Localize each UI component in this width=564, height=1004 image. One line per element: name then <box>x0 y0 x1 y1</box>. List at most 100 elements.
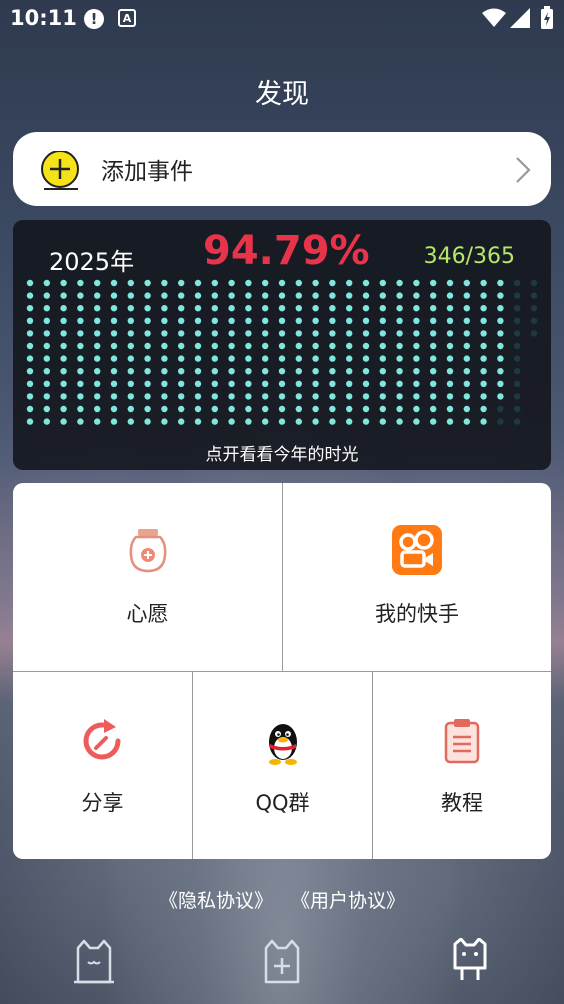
day-dot <box>446 292 454 299</box>
day-dot <box>211 317 218 324</box>
day-dot <box>329 368 336 375</box>
day-dot <box>346 342 353 350</box>
tutorial-button[interactable]: 教程 <box>373 672 551 859</box>
day-dot <box>262 405 269 413</box>
day-dot <box>463 380 470 387</box>
day-dot <box>161 317 168 324</box>
day-dot <box>77 305 84 312</box>
share-button[interactable]: 分享 <box>13 672 192 859</box>
day-dot <box>446 418 454 425</box>
day-dot <box>194 317 202 324</box>
grid-divider <box>282 483 283 671</box>
day-dot <box>161 405 168 413</box>
day-dot <box>60 330 67 337</box>
day-dot <box>413 317 420 324</box>
day-dot <box>463 330 470 337</box>
day-dot <box>60 405 67 413</box>
day-dot <box>396 330 403 337</box>
day-dot <box>362 393 370 400</box>
day-dot <box>77 292 84 299</box>
qq-penguin-icon <box>268 724 297 765</box>
day-dot <box>497 279 504 287</box>
day-dot <box>60 368 67 375</box>
cat-face-icon <box>453 937 487 980</box>
day-dot <box>127 330 134 337</box>
day-dot <box>312 368 319 375</box>
day-dot <box>127 317 134 324</box>
tab-home[interactable] <box>72 938 116 984</box>
day-dot <box>26 418 34 425</box>
chevron-right-icon <box>516 157 531 183</box>
day-dot <box>94 279 101 287</box>
day-dot <box>413 279 420 287</box>
day-dot <box>497 292 504 299</box>
day-dot <box>362 368 370 375</box>
day-dot <box>278 292 286 299</box>
day-dot <box>463 393 470 400</box>
add-event-label: 添加事件 <box>101 159 193 185</box>
day-dot <box>312 380 319 387</box>
day-dot <box>514 355 521 362</box>
day-dot <box>329 305 336 312</box>
day-dot <box>463 405 470 413</box>
day-dot <box>144 355 151 362</box>
day-dot <box>144 380 151 387</box>
day-dot <box>178 305 185 312</box>
grid-divider <box>192 672 193 859</box>
day-dot <box>110 330 118 337</box>
day-dot <box>346 368 353 375</box>
tab-discover[interactable] <box>450 937 494 984</box>
day-dot <box>43 330 50 337</box>
day-dot <box>379 279 386 287</box>
day-dot <box>295 317 302 324</box>
day-dot <box>295 279 302 287</box>
day-dot <box>430 292 437 299</box>
day-dot <box>329 279 336 287</box>
day-dot <box>178 342 185 350</box>
year-progress-hint: 点开看看今年的时光 <box>205 445 359 465</box>
day-dot <box>262 279 269 287</box>
my-kuaishou-button[interactable]: 我的快手 <box>283 483 551 671</box>
day-dot <box>362 418 370 425</box>
kuaishou-icon <box>392 525 442 575</box>
day-dot <box>211 342 218 350</box>
day-dot <box>77 342 84 350</box>
day-dot <box>396 393 403 400</box>
day-dot <box>329 418 336 425</box>
qq-group-button[interactable]: QQ群 <box>193 672 372 859</box>
day-dot <box>413 380 420 387</box>
feature-grid: 心愿 我的快手 分享 QQ群 教程 <box>13 483 551 859</box>
tab-add[interactable] <box>260 938 304 984</box>
bottom-tab-bar <box>0 937 564 988</box>
day-dot <box>26 305 34 312</box>
day-dot <box>446 393 454 400</box>
day-dot <box>144 330 151 337</box>
day-dot <box>178 405 185 413</box>
day-dot <box>178 393 185 400</box>
day-dot <box>463 292 470 299</box>
day-count: 346/365 <box>423 244 515 269</box>
user-agreement-link[interactable]: 《用户协议》 <box>291 890 405 912</box>
wish-button[interactable]: 心愿 <box>13 483 282 671</box>
plus-circle-icon <box>41 151 79 190</box>
day-dot <box>413 393 420 400</box>
day-dot <box>262 330 269 337</box>
day-dot <box>26 317 34 324</box>
day-dot <box>161 393 168 400</box>
day-dot <box>346 418 353 425</box>
day-dot <box>430 305 437 312</box>
add-event-button[interactable]: 添加事件 <box>13 132 551 206</box>
day-dot <box>514 418 521 425</box>
day-dot <box>446 355 454 362</box>
day-dot <box>262 317 269 324</box>
day-dot <box>161 292 168 299</box>
day-dot <box>312 279 319 287</box>
year-progress-card[interactable]: 2025年 94.79% 346/365 点开看看今年的时光 <box>13 220 551 470</box>
day-dot <box>497 317 504 324</box>
day-dot <box>514 342 521 350</box>
day-dot <box>94 355 101 362</box>
privacy-link[interactable]: 《隐私协议》 <box>159 890 273 912</box>
day-dot <box>43 368 50 375</box>
clipboard-icon <box>444 719 480 764</box>
day-dot <box>43 279 50 287</box>
